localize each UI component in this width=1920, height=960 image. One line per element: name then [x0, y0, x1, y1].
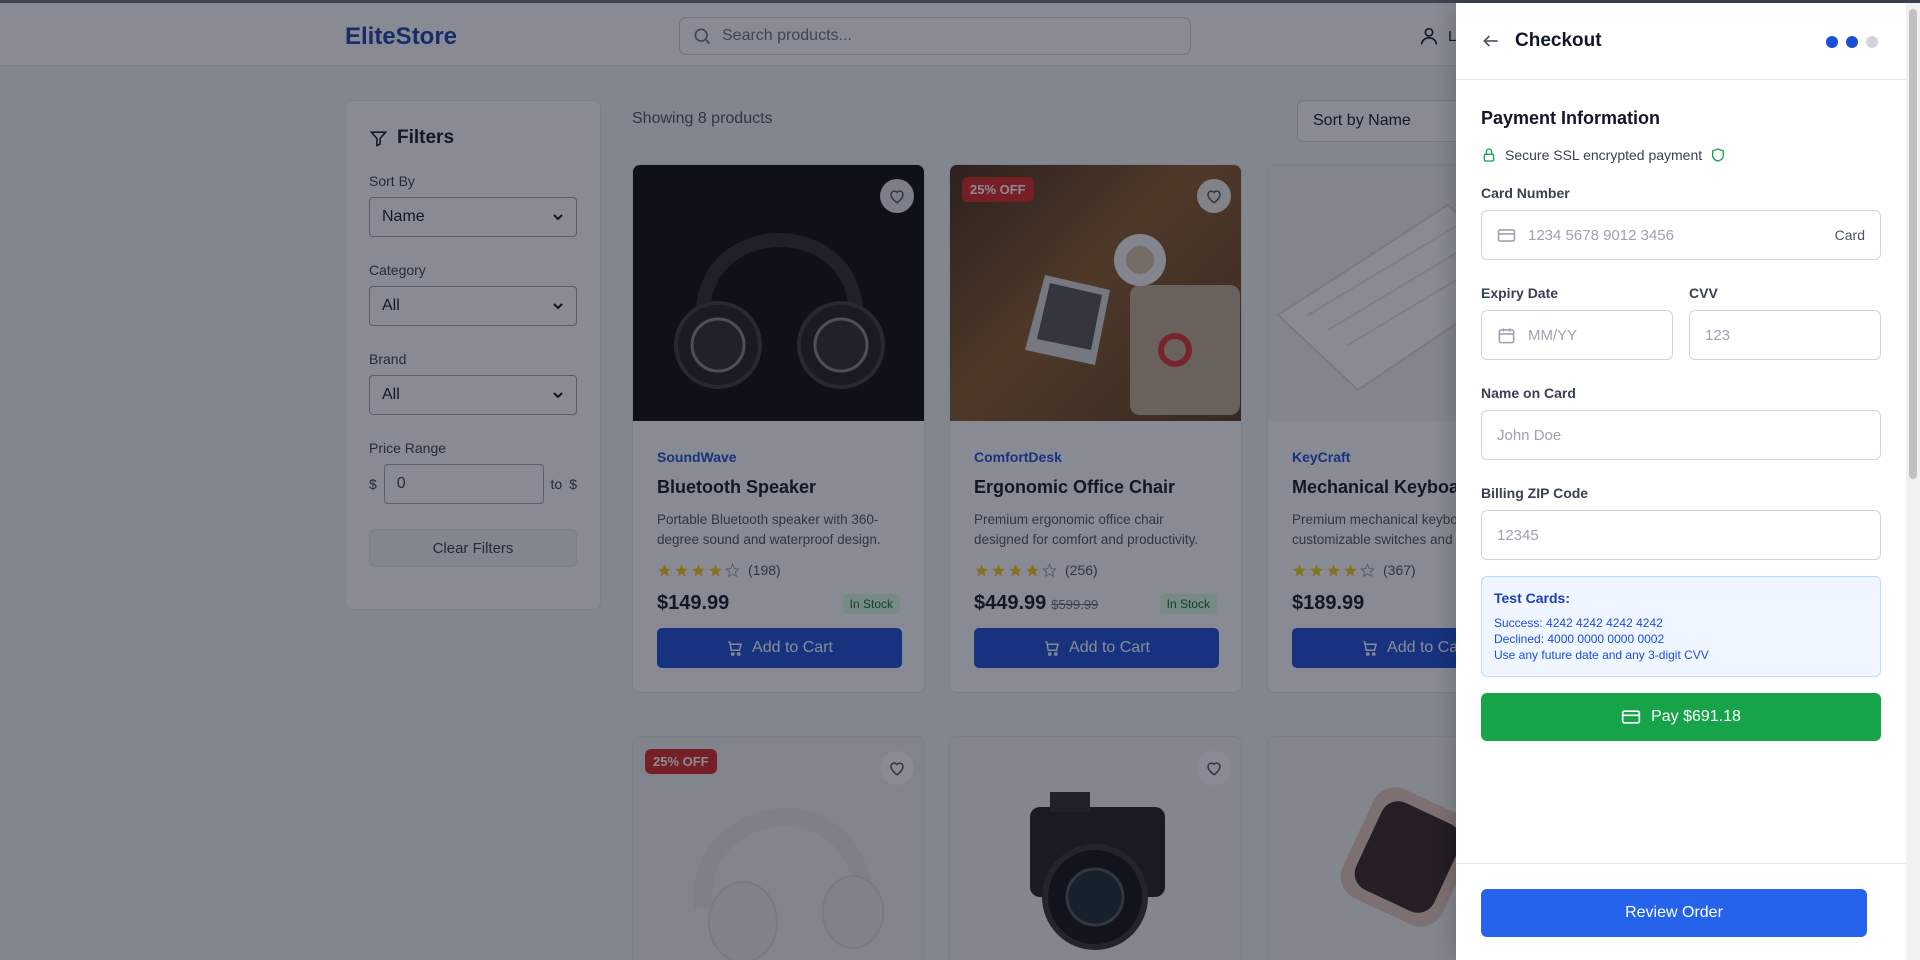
billing-zip-field[interactable]: 12345 — [1481, 510, 1881, 560]
expiry-placeholder: MM/YY — [1528, 326, 1578, 344]
card-number-label: Card Number — [1481, 185, 1570, 201]
calendar-icon — [1498, 327, 1515, 343]
name-on-card-label: Name on Card — [1481, 385, 1576, 401]
scrollbar-thumb[interactable] — [1909, 9, 1917, 479]
step-dot — [1866, 36, 1878, 48]
step-dot — [1826, 36, 1838, 48]
shield-icon — [1712, 148, 1725, 162]
pay-button[interactable]: Pay $691.18 — [1481, 693, 1881, 741]
test-card-success: Success: 4242 4242 4242 4242 — [1494, 616, 1663, 630]
test-cards-title: Test Cards: — [1494, 590, 1570, 606]
card-type-tag: Card — [1834, 227, 1865, 243]
credit-card-icon — [1621, 710, 1641, 724]
expiry-date-field[interactable]: MM/YY — [1481, 310, 1673, 360]
review-order-button[interactable]: Review Order — [1481, 889, 1867, 937]
checkout-footer: Review Order — [1456, 863, 1906, 937]
checkout-header: Checkout — [1456, 3, 1920, 80]
pay-button-label: Pay $691.18 — [1651, 708, 1741, 725]
card-number-placeholder: 1234 5678 9012 3456 — [1528, 226, 1674, 244]
secure-text: Secure SSL encrypted payment — [1505, 147, 1703, 163]
credit-card-icon — [1497, 228, 1516, 242]
step-dot — [1846, 36, 1858, 48]
test-cards-info: Test Cards: Success: 4242 4242 4242 4242… — [1481, 576, 1881, 677]
lock-icon — [1483, 148, 1495, 162]
card-number-field[interactable]: 1234 5678 9012 3456 Card — [1481, 210, 1881, 260]
checkout-title: Checkout — [1515, 30, 1602, 51]
billing-zip-label: Billing ZIP Code — [1481, 485, 1589, 501]
scrollbar[interactable] — [1906, 3, 1920, 960]
name-on-card-field[interactable]: John Doe — [1481, 410, 1881, 460]
arrow-left-icon[interactable] — [1481, 31, 1501, 51]
test-card-note: Use any future date and any 3-digit CVV — [1494, 648, 1709, 662]
expiry-label: Expiry Date — [1481, 285, 1559, 301]
test-card-declined: Declined: 4000 0000 0000 0002 — [1494, 632, 1665, 646]
step-indicator — [1826, 36, 1878, 48]
zip-placeholder: 12345 — [1497, 526, 1539, 544]
name-placeholder: John Doe — [1497, 426, 1562, 444]
secure-payment-note: Secure SSL encrypted payment — [1481, 147, 1881, 163]
payment-info-title: Payment Information — [1481, 108, 1661, 128]
cvv-field[interactable]: 123 — [1689, 310, 1881, 360]
cvv-placeholder: 123 — [1705, 326, 1731, 344]
cvv-label: CVV — [1689, 285, 1718, 301]
checkout-panel: Checkout Payment Information Secure SSL … — [1456, 3, 1920, 960]
